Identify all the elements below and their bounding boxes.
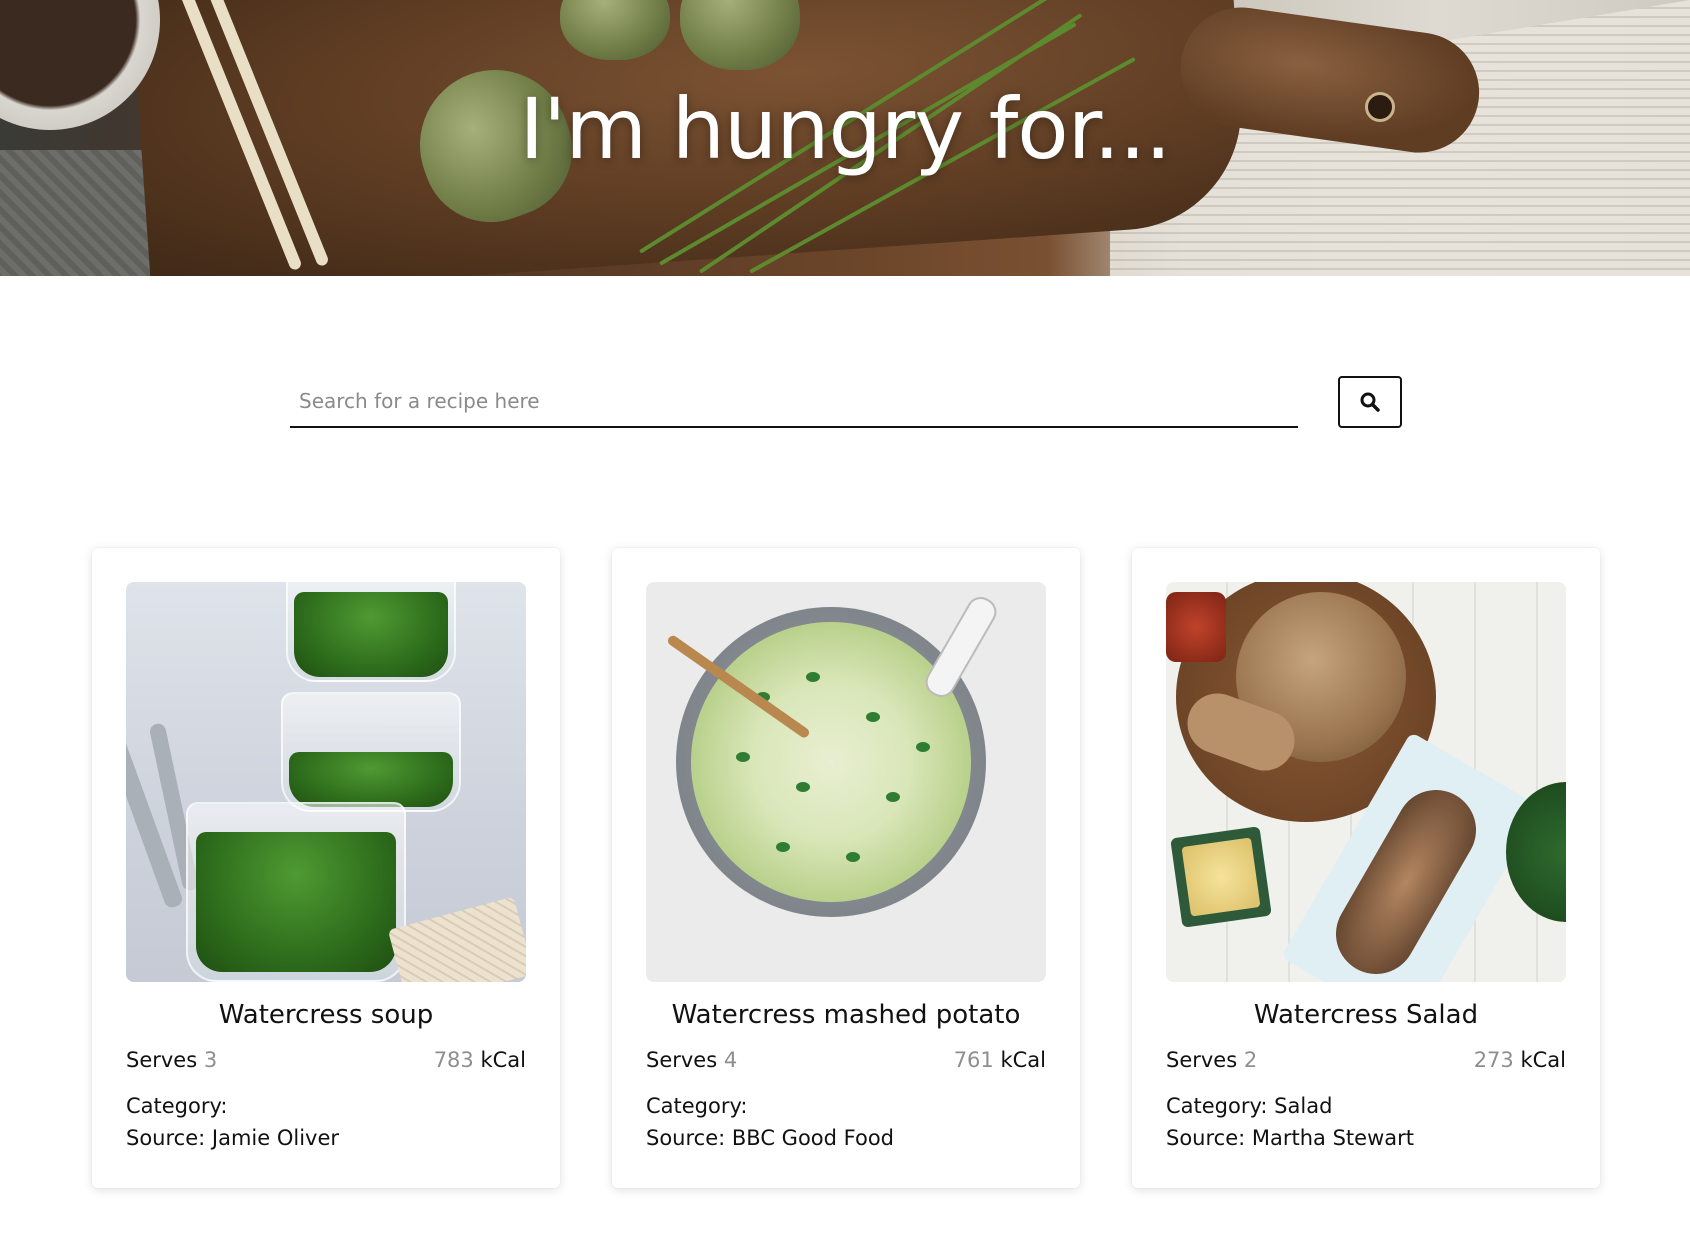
recipe-card[interactable]: Watercress Salad Serves 2 273 kCal Categ… — [1132, 548, 1600, 1188]
recipe-title[interactable]: Watercress Salad — [1132, 1000, 1600, 1030]
recipe-image — [126, 582, 526, 982]
soup — [294, 592, 448, 677]
hero-title: I'm hungry for... — [519, 80, 1171, 178]
source-value: Jamie Oliver — [211, 1126, 340, 1150]
mash — [691, 622, 971, 902]
recipe-category: Category: Salad — [1166, 1094, 1332, 1118]
herb — [776, 842, 790, 852]
hero-banner: I'm hungry for... — [0, 0, 1690, 276]
herb — [866, 712, 880, 722]
recipe-source: Source: Martha Stewart — [1166, 1126, 1414, 1150]
jam-jar — [1166, 592, 1226, 662]
source-value: Martha Stewart — [1251, 1126, 1414, 1150]
kcal-unit: kCal — [480, 1048, 526, 1072]
herb — [796, 782, 810, 792]
search-button[interactable] — [1338, 376, 1402, 428]
category-label: Category: — [646, 1094, 748, 1118]
recipe-card[interactable]: Watercress mashed potato Serves 4 761 kC… — [612, 548, 1080, 1188]
soup — [196, 832, 396, 972]
recipe-category: Category: — [646, 1094, 747, 1118]
source-label: Source: — [646, 1126, 726, 1150]
category-value: Salad — [1274, 1094, 1333, 1118]
cracker — [387, 896, 526, 982]
recipe-image — [646, 582, 1046, 982]
serves-label: Serves — [1166, 1048, 1238, 1072]
herb — [886, 792, 900, 802]
serves-value: 4 — [723, 1048, 738, 1072]
serves-value: 3 — [203, 1048, 218, 1072]
herb — [916, 742, 930, 752]
herb — [806, 672, 820, 682]
serves-label: Serves — [646, 1048, 718, 1072]
calories: 761 kCal — [954, 1048, 1046, 1072]
calories: 273 kCal — [1474, 1048, 1566, 1072]
search-input[interactable] — [290, 376, 1298, 428]
herb — [736, 752, 750, 762]
source-label: Source: — [1166, 1126, 1246, 1150]
serves: Serves 4 — [646, 1048, 737, 1072]
recipe-title[interactable]: Watercress mashed potato — [612, 1000, 1080, 1030]
search-bar — [290, 376, 1402, 428]
kcal-unit: kCal — [1000, 1048, 1046, 1072]
butter — [1181, 837, 1261, 917]
recipe-card[interactable]: Watercress soup Serves 3 783 kCal Catego… — [92, 548, 560, 1188]
recipe-image — [1166, 582, 1566, 982]
kcal-value: 783 — [433, 1048, 474, 1072]
kcal-value: 761 — [953, 1048, 994, 1072]
recipe-source: Source: Jamie Oliver — [126, 1126, 339, 1150]
recipe-category: Category: — [126, 1094, 227, 1118]
kcal-value: 273 — [1473, 1048, 1514, 1072]
category-label: Category: — [1166, 1094, 1268, 1118]
calories: 783 kCal — [434, 1048, 526, 1072]
serves-value: 2 — [1243, 1048, 1258, 1072]
soup — [289, 752, 453, 807]
recipe-title[interactable]: Watercress soup — [92, 1000, 560, 1030]
kcal-unit: kCal — [1520, 1048, 1566, 1072]
category-label: Category: — [126, 1094, 228, 1118]
search-icon — [1360, 392, 1380, 412]
recipe-source: Source: BBC Good Food — [646, 1126, 894, 1150]
source-label: Source: — [126, 1126, 206, 1150]
serves-label: Serves — [126, 1048, 198, 1072]
herb — [846, 852, 860, 862]
serves: Serves 2 — [1166, 1048, 1257, 1072]
source-value: BBC Good Food — [731, 1126, 895, 1150]
serves: Serves 3 — [126, 1048, 217, 1072]
